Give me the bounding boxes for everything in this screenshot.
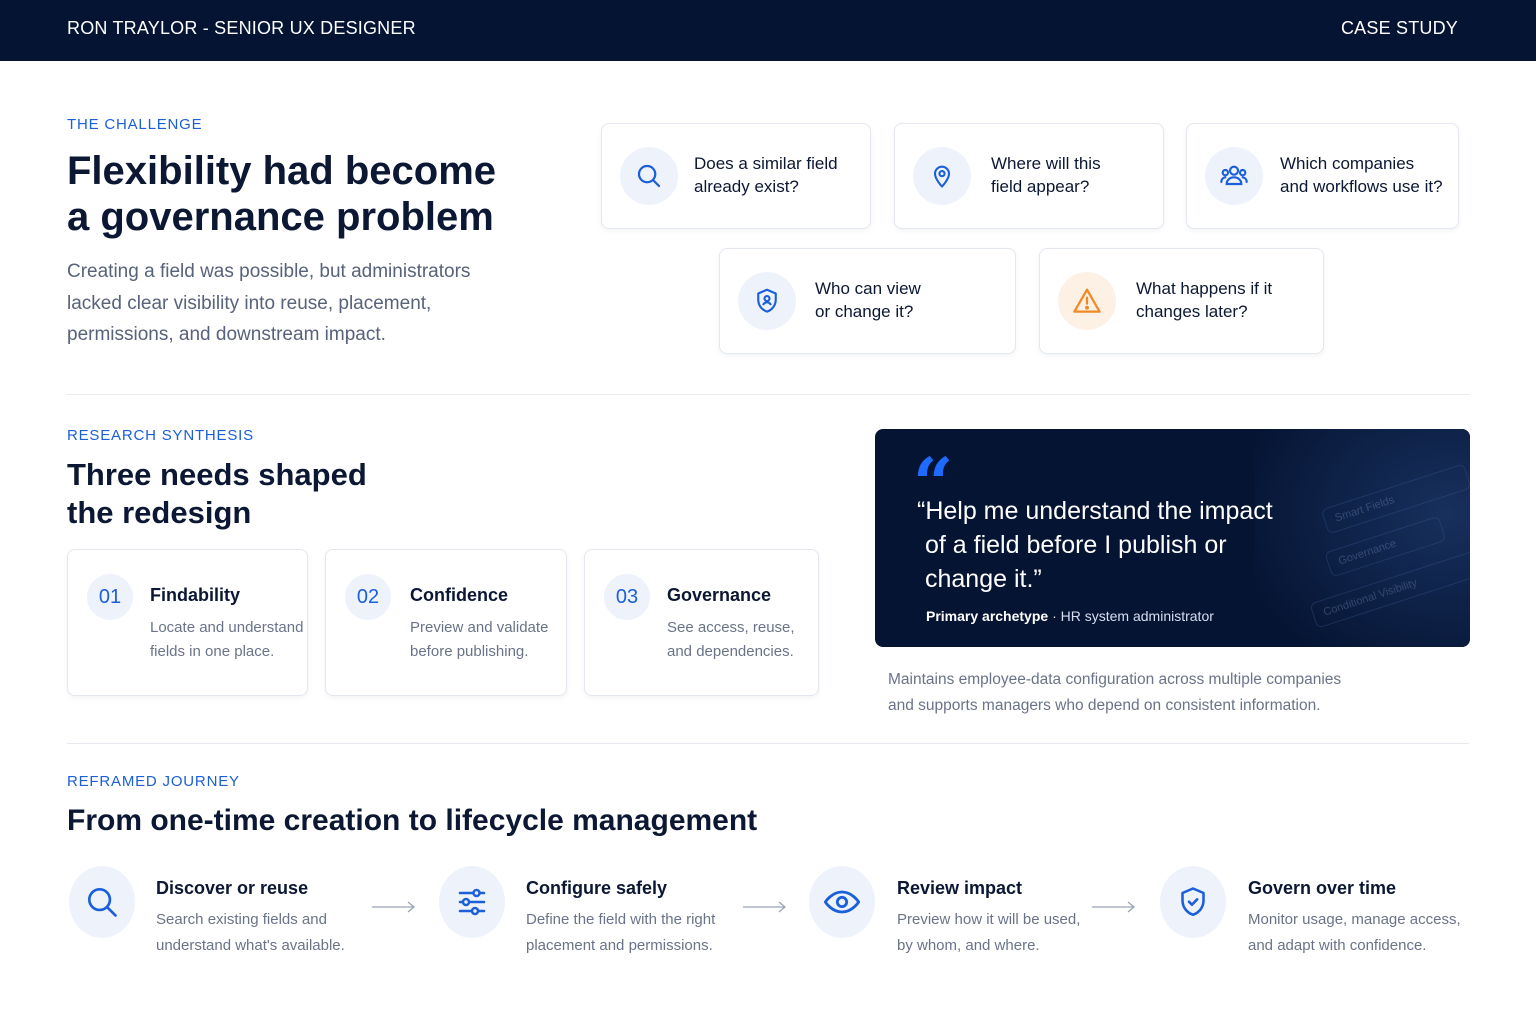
need-desc-line: before publishing.	[410, 643, 529, 660]
warning-icon	[1058, 272, 1116, 330]
section-divider	[67, 394, 1469, 395]
top-bar: RON TRAYLOR - SENIOR UX DESIGNER CASE ST…	[0, 0, 1536, 61]
challenge-title-line2: a governance problem	[67, 195, 494, 239]
sliders-icon	[439, 866, 505, 938]
need-desc-line: Locate and understand	[150, 619, 304, 636]
need-card-governance: 03 Governance See access, reuse, and dep…	[584, 549, 819, 696]
need-description: Preview and validate before publishing.	[410, 616, 548, 664]
challenge-description: Creating a field was possible, but admin…	[67, 256, 470, 351]
shield-check-icon	[1160, 866, 1226, 938]
question-line: What happens if it	[1136, 279, 1273, 298]
quote-attribution: Primary archetype · HR system administra…	[926, 608, 1214, 624]
question-text: What happens if it changes later?	[1136, 277, 1272, 323]
question-card-companies-workflows: Which companies and workflows use it?	[1186, 123, 1459, 229]
section-divider	[67, 743, 1469, 744]
question-card-view-change: Who can view or change it?	[719, 248, 1016, 354]
step-description: Preview how it will be used, by whom, an…	[897, 907, 1080, 959]
step-desc-line: understand what's available.	[156, 937, 345, 954]
step-description: Search existing fields and understand wh…	[156, 907, 345, 959]
arrow-right-icon	[372, 901, 416, 913]
research-eyebrow: RESEARCH SYNTHESIS	[67, 427, 254, 444]
challenge-title: Flexibility had become a governance prob…	[67, 148, 496, 240]
quote-card: Smart Fields Governance Conditional Visi…	[875, 429, 1470, 647]
case-study-label: CASE STUDY	[1340, 18, 1458, 38]
journey-eyebrow: REFRAMED JOURNEY	[67, 773, 240, 790]
step-desc-line: Define the field with the right	[526, 911, 716, 928]
caption-line: and supports managers who depend on cons…	[888, 697, 1321, 714]
arrow-right-icon	[1092, 901, 1136, 913]
search-icon	[620, 147, 678, 205]
eye-icon	[809, 866, 875, 938]
research-title: Three needs shaped the redesign	[67, 456, 367, 532]
challenge-title-line1: Flexibility had become	[67, 149, 497, 193]
step-desc-line: by whom, and where.	[897, 937, 1040, 954]
need-desc-line: fields in one place.	[150, 643, 275, 660]
question-line: or change it?	[815, 302, 914, 321]
caption-line: Maintains employee-data configuration ac…	[888, 671, 1342, 688]
question-line: field appear?	[991, 177, 1090, 196]
step-description: Monitor usage, manage access, and adapt …	[1248, 907, 1461, 959]
quote-line: “Help me understand the impact	[917, 497, 1273, 525]
quote-line: of a field before I publish or	[925, 531, 1227, 559]
arrow-right-icon	[743, 901, 787, 913]
need-number: 02	[345, 574, 391, 620]
question-line: Does a similar field	[694, 154, 838, 173]
need-desc-line: Preview and validate	[410, 619, 549, 636]
need-title: Confidence	[410, 585, 509, 605]
need-number: 01	[87, 574, 133, 620]
question-text: Does a similar field already exist?	[694, 152, 838, 198]
question-line: already exist?	[694, 177, 799, 196]
need-description: Locate and understand fields in one plac…	[150, 616, 303, 664]
need-number: 03	[604, 574, 650, 620]
step-title: Configure safely	[526, 878, 668, 898]
need-description: See access, reuse, and dependencies.	[667, 616, 795, 664]
research-title-line2: the redesign	[67, 495, 252, 530]
step-title: Review impact	[897, 878, 1023, 898]
challenge-desc-line1: Creating a field was possible, but admin…	[67, 261, 471, 282]
question-text: Which companies and workflows use it?	[1280, 152, 1443, 198]
attribution-separator: ·	[1048, 608, 1061, 624]
need-card-findability: 01 Findability Locate and understand fie…	[67, 549, 308, 696]
step-desc-line: Preview how it will be used,	[897, 911, 1081, 928]
challenge-desc-line2: lacked clear visibility into reuse, plac…	[67, 292, 432, 314]
question-line: Who can view	[815, 279, 921, 298]
journey-title: From one-time creation to lifecycle mana…	[67, 804, 758, 837]
step-title: Govern over time	[1248, 878, 1397, 898]
step-desc-line: and adapt with confidence.	[1248, 937, 1427, 954]
archetype-label: Primary archetype	[926, 608, 1049, 624]
question-card-similar-field: Does a similar field already exist?	[601, 123, 871, 229]
step-description: Define the field with the right placemen…	[526, 907, 715, 959]
question-text: Where will this field appear?	[991, 152, 1101, 198]
need-title: Findability	[150, 585, 240, 605]
step-title: Discover or reuse	[156, 878, 309, 898]
challenge-desc-line3: permissions, and downstream impact.	[67, 324, 386, 345]
need-card-confidence: 02 Confidence Preview and validate befor…	[325, 549, 567, 696]
question-line: changes later?	[1136, 302, 1248, 321]
search-icon	[69, 866, 135, 938]
question-line: Which companies	[1280, 154, 1415, 173]
need-desc-line: and dependencies.	[667, 643, 794, 660]
question-line: and workflows use it?	[1280, 177, 1443, 196]
archetype-role: HR system administrator	[1060, 608, 1214, 624]
quote-line: change it.”	[925, 565, 1042, 593]
shield-user-icon	[738, 272, 796, 330]
research-title-line1: Three needs shaped	[67, 457, 367, 492]
question-text: Who can view or change it?	[815, 277, 921, 323]
need-desc-line: See access, reuse,	[667, 619, 795, 636]
location-pin-icon	[913, 147, 971, 205]
step-desc-line: Search existing fields and	[156, 911, 327, 928]
need-title: Governance	[667, 585, 772, 605]
question-card-changes-later: What happens if it changes later?	[1039, 248, 1324, 354]
question-line: Where will this	[991, 154, 1101, 173]
author-title: RON TRAYLOR - SENIOR UX DESIGNER	[67, 18, 416, 38]
quote-text: “Help me understand the impact of a fiel…	[917, 494, 1297, 596]
challenge-eyebrow: THE CHALLENGE	[67, 116, 203, 133]
question-card-field-placement: Where will this field appear?	[894, 123, 1164, 229]
users-icon	[1205, 147, 1263, 205]
archetype-caption: Maintains employee-data configuration ac…	[888, 667, 1341, 719]
step-desc-line: placement and permissions.	[526, 937, 713, 954]
step-desc-line: Monitor usage, manage access,	[1248, 911, 1461, 928]
